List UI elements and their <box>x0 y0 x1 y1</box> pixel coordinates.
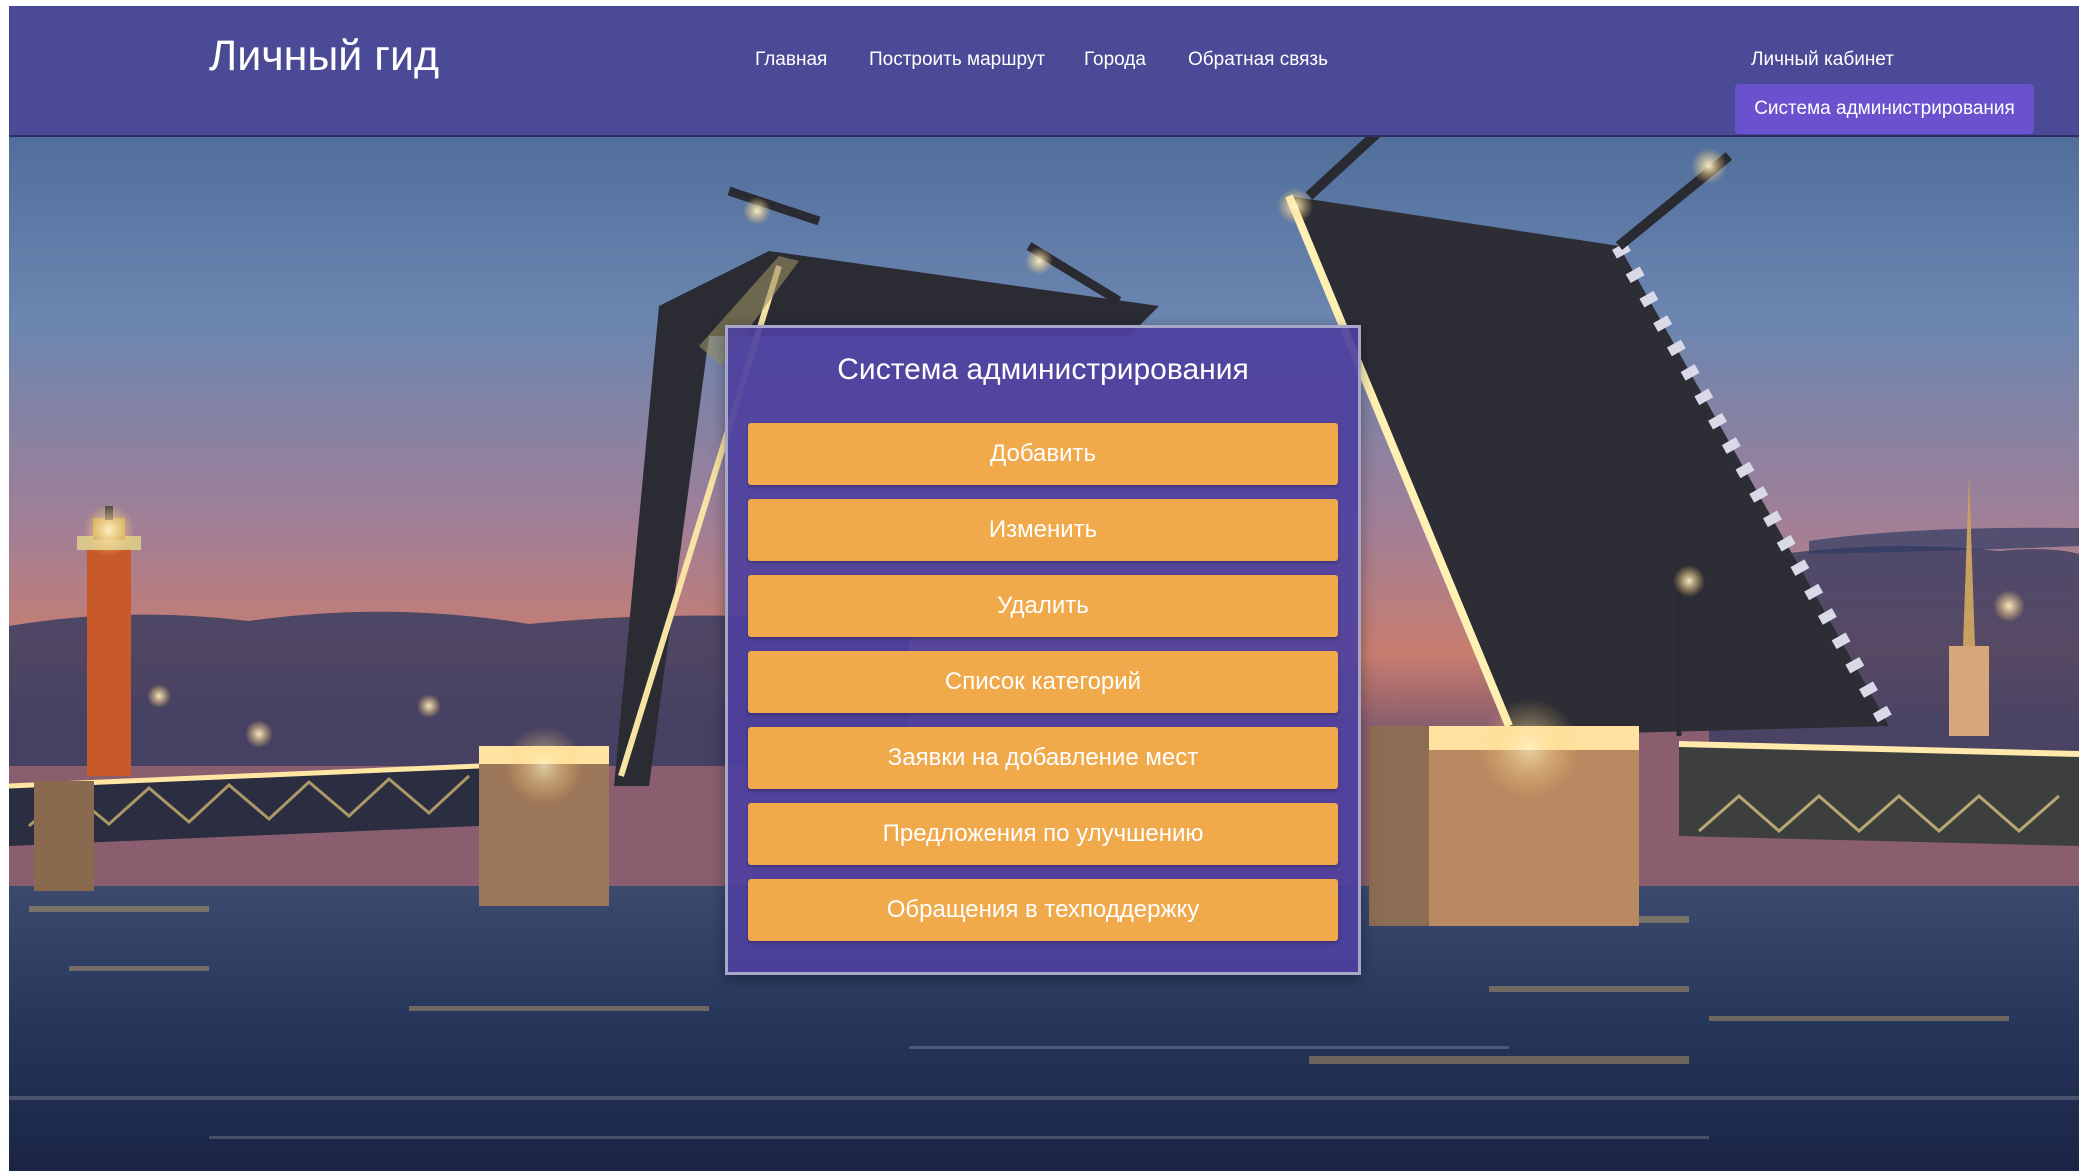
nav-link-home[interactable]: Главная <box>755 48 827 72</box>
admin-system-button[interactable]: Система администрирования <box>1735 84 2034 134</box>
add-button[interactable]: Добавить <box>748 423 1338 485</box>
nav-link-cities[interactable]: Города <box>1084 48 1146 72</box>
admin-panel: Система администрирования Добавить Измен… <box>725 325 1361 975</box>
category-list-button[interactable]: Список категорий <box>748 651 1338 713</box>
place-requests-button[interactable]: Заявки на добавление мест <box>748 727 1338 789</box>
edit-button[interactable]: Изменить <box>748 499 1338 561</box>
support-tickets-button[interactable]: Обращения в техподдержку <box>748 879 1338 941</box>
delete-button[interactable]: Удалить <box>748 575 1338 637</box>
improvement-suggestions-button[interactable]: Предложения по улучшению <box>748 803 1338 865</box>
nav-link-build-route[interactable]: Построить маршрут <box>869 48 1045 72</box>
nav-link-personal-account[interactable]: Личный кабинет <box>1751 48 1894 72</box>
top-navbar: Личный гид Главная Построить маршрут Гор… <box>9 6 2079 137</box>
site-brand[interactable]: Личный гид <box>209 30 439 82</box>
panel-title: Система администрирования <box>837 353 1249 386</box>
page-frame: Личный гид Главная Построить маршрут Гор… <box>9 6 2079 1171</box>
nav-link-feedback[interactable]: Обратная связь <box>1188 48 1328 72</box>
